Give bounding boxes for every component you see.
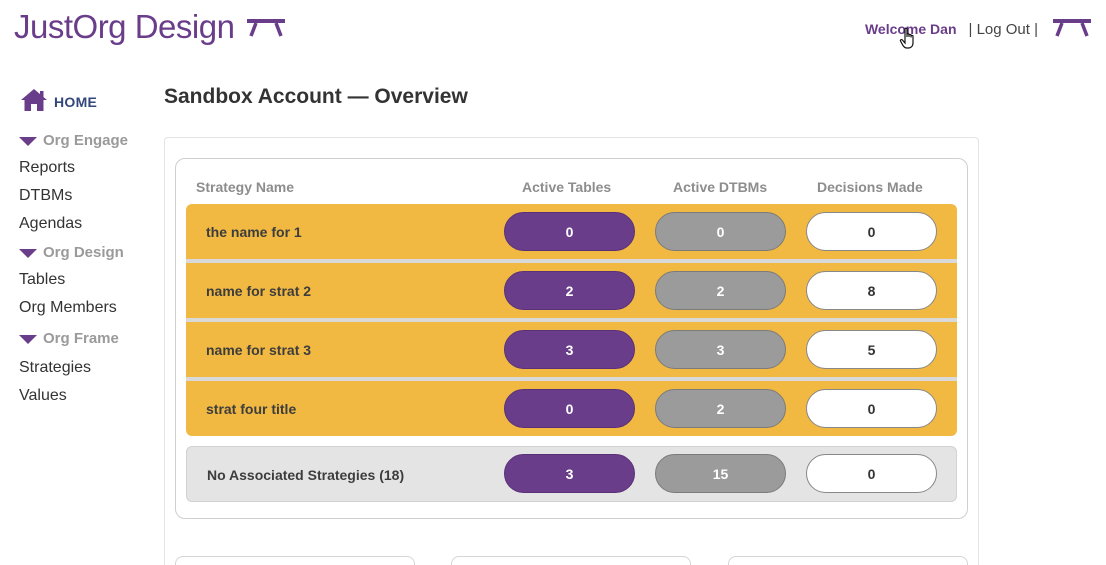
- summary-card: [175, 556, 415, 565]
- logo-text: JustOrg Design: [14, 8, 235, 45]
- logout-link[interactable]: | Log Out |: [969, 21, 1039, 38]
- welcome-link[interactable]: Welcome Dan: [865, 21, 957, 49]
- sidebar-item-org-members[interactable]: Org Members: [19, 294, 149, 322]
- active-tables-pill[interactable]: 0: [504, 389, 635, 428]
- active-tables-pill[interactable]: 3: [504, 454, 635, 493]
- active-tables-pill[interactable]: 2: [504, 271, 635, 310]
- strategy-name[interactable]: the name for 1: [206, 224, 302, 240]
- strategy-rows: the name for 1 0 0 0 name for strat 2 2 …: [186, 204, 957, 436]
- table-row[interactable]: the name for 1 0 0 0: [186, 204, 957, 259]
- summary-card: [728, 556, 968, 565]
- decisions-made-pill[interactable]: 0: [806, 454, 937, 493]
- decisions-made-pill[interactable]: 5: [806, 330, 937, 369]
- active-dtbms-pill[interactable]: 15: [655, 454, 786, 493]
- logo[interactable]: JustOrg Design: [14, 8, 286, 46]
- column-header-decisions-made: Decisions Made: [817, 179, 923, 195]
- sidebar-section-org-frame[interactable]: Org Frame: [19, 324, 149, 352]
- column-header-strategy-name: Strategy Name: [196, 179, 295, 195]
- sidebar-item-dtbms[interactable]: DTBMs: [19, 182, 149, 210]
- active-dtbms-pill[interactable]: 0: [655, 212, 786, 251]
- user-menu: Welcome Dan | Log Out |: [865, 16, 1092, 49]
- sidebar-item-agendas[interactable]: Agendas: [19, 210, 149, 238]
- column-header-active-tables: Active Tables: [522, 179, 612, 195]
- caret-down-icon: [19, 334, 37, 344]
- decisions-made-pill[interactable]: 0: [806, 389, 937, 428]
- pointer-cursor-icon: [899, 27, 919, 54]
- active-tables-pill[interactable]: 0: [504, 212, 635, 251]
- column-header-active-dtbms: Active DTBMs: [673, 179, 768, 195]
- active-dtbms-pill[interactable]: 2: [655, 389, 786, 428]
- table-icon[interactable]: [1052, 16, 1092, 42]
- section-label: Org Engage: [43, 131, 129, 149]
- sidebar: HOME Org Engage Reports DTBMs Agendas Or…: [19, 88, 149, 410]
- decisions-made-pill[interactable]: 0: [806, 212, 937, 251]
- decisions-made-pill[interactable]: 8: [806, 271, 937, 310]
- no-associated-label: No Associated Strategies (18): [207, 467, 405, 483]
- home-label: HOME: [54, 94, 98, 110]
- table-icon: [246, 16, 286, 43]
- no-associated-strategies-row[interactable]: No Associated Strategies (18) 3 15 0: [186, 446, 957, 502]
- active-dtbms-pill[interactable]: 3: [655, 330, 786, 369]
- strategy-name[interactable]: strat four title: [206, 401, 296, 417]
- active-tables-pill[interactable]: 3: [504, 330, 635, 369]
- caret-down-icon: [19, 248, 37, 258]
- table-row[interactable]: name for strat 3 3 3 5: [186, 322, 957, 377]
- section-label: Org Design: [43, 243, 124, 261]
- caret-down-icon: [19, 136, 37, 146]
- sidebar-item-home[interactable]: HOME: [20, 88, 149, 116]
- sidebar-item-reports[interactable]: Reports: [19, 154, 149, 182]
- strategy-name[interactable]: name for strat 2: [206, 283, 311, 299]
- summary-card: [451, 556, 691, 565]
- sidebar-section-org-engage[interactable]: Org Engage: [19, 126, 149, 154]
- active-dtbms-pill[interactable]: 2: [655, 271, 786, 310]
- sidebar-item-values[interactable]: Values: [19, 382, 149, 410]
- home-icon: [20, 88, 48, 117]
- sidebar-item-strategies[interactable]: Strategies: [19, 354, 149, 382]
- table-row[interactable]: strat four title 0 2 0: [186, 381, 957, 436]
- strategy-name[interactable]: name for strat 3: [206, 342, 311, 358]
- section-label: Org Frame: [43, 329, 119, 347]
- table-row[interactable]: name for strat 2 2 2 8: [186, 263, 957, 318]
- app-root: JustOrg Design Welcome Dan | Log Out | H…: [0, 0, 1106, 565]
- sidebar-section-org-design[interactable]: Org Design: [19, 238, 149, 266]
- sidebar-item-tables[interactable]: Tables: [19, 266, 149, 294]
- page-title: Sandbox Account — Overview: [164, 85, 468, 108]
